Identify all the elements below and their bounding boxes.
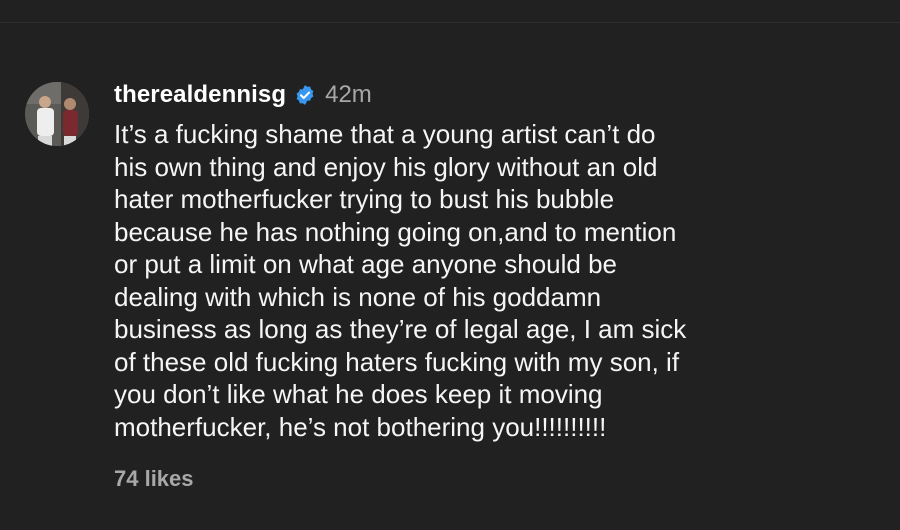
username[interactable]: therealdennisg [114,81,286,109]
comment-header: therealdennisg 42m [114,78,874,112]
top-divider [0,22,900,23]
comment-body: therealdennisg 42m It’s a fucking shame … [114,78,874,492]
avatar[interactable] [25,82,89,146]
avatar-image [25,82,89,146]
comment-timestamp: 42m [325,81,372,108]
verified-badge-icon [294,84,316,106]
comment-text: It’s a fucking shame that a young artist… [114,119,687,442]
like-count[interactable]: 74 likes [114,466,874,492]
